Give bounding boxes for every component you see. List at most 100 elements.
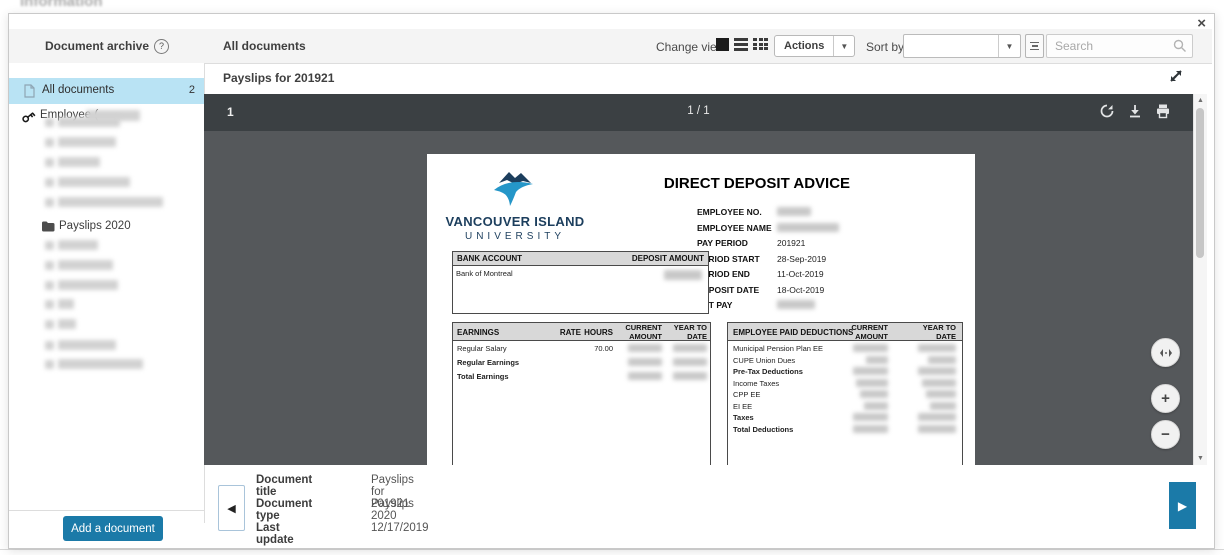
- deduction-row: EI EE: [733, 401, 753, 411]
- document-archive-modal: × Document archive ? All documents Chang…: [8, 13, 1215, 549]
- sidebar-item-redacted[interactable]: [45, 196, 195, 210]
- viewer-scrollbar[interactable]: ▲ ▼: [1193, 94, 1207, 465]
- deduction-row: CUPE Union Dues: [733, 355, 796, 365]
- sidebar-item-redacted[interactable]: [45, 298, 195, 312]
- list-view-title: All documents: [223, 39, 306, 53]
- background-page-edge: [0, 549, 1224, 550]
- bank-name: Bank of Montreal: [456, 269, 513, 278]
- redacted-amount: [856, 378, 888, 387]
- info-value: 11-Oct-2019: [777, 269, 824, 279]
- download-icon[interactable]: [1127, 103, 1143, 119]
- page-indicator: 1 / 1: [687, 105, 710, 117]
- actions-button-label: Actions: [784, 40, 825, 52]
- sidebar-item-redacted[interactable]: [45, 136, 195, 150]
- next-document-button[interactable]: ▶: [1169, 482, 1196, 529]
- sidebar-item-all-documents[interactable]: All documents 2: [9, 78, 204, 104]
- redacted-amount: [918, 413, 956, 421]
- redacted-amount: [853, 424, 888, 433]
- redacted-amount: [673, 372, 707, 380]
- redacted-amount: [864, 401, 888, 410]
- pdf-page: VANCOUVER ISLAND UNIVERSITY DIRECT DEPOS…: [427, 154, 975, 465]
- sidebar-item-redacted[interactable]: [45, 176, 195, 190]
- sort-by-select[interactable]: ▼: [903, 34, 1021, 58]
- print-icon[interactable]: [1155, 103, 1171, 119]
- deduction-row: CPP EE: [733, 390, 761, 399]
- scroll-up-icon[interactable]: ▲: [1194, 97, 1207, 104]
- sidebar-item-redacted[interactable]: [45, 339, 195, 353]
- background-page-text: information: [20, 0, 103, 10]
- info-value: 201921: [777, 238, 806, 248]
- sidebar-item-label: All documents: [42, 84, 115, 96]
- redacted-amount: [673, 358, 707, 366]
- info-label: EMPLOYEE NO.: [697, 207, 762, 217]
- folder-icon: [42, 221, 55, 232]
- single-view-icon[interactable]: [716, 38, 729, 51]
- redacted-amount: [628, 358, 662, 366]
- rotate-icon[interactable]: [1099, 103, 1115, 119]
- search-input[interactable]: [1053, 36, 1167, 56]
- redacted-amount: [853, 344, 888, 352]
- change-view-label: Change view: [656, 40, 726, 54]
- screen: information × Document archive ? All doc…: [0, 0, 1224, 555]
- sort-order-button[interactable]: [1025, 34, 1044, 58]
- document-title-heading: Payslips for 201921: [223, 71, 335, 85]
- sidebar-item-redacted[interactable]: [45, 259, 195, 273]
- zoom-out-button[interactable]: −: [1151, 420, 1180, 449]
- meta-value: Payslips 2020: [371, 498, 414, 522]
- list-view-icon[interactable]: [734, 38, 748, 51]
- sidebar-item-redacted[interactable]: [45, 358, 195, 372]
- sidebar-footer-divider: [9, 510, 204, 511]
- info-label: PAY PERIOD: [697, 238, 748, 248]
- employee-info-block: EMPLOYEE NO. EMPLOYEE NAME PAY PERIOD 201…: [697, 207, 967, 322]
- redacted-value: [777, 207, 811, 216]
- modal-header-bar: Document archive ? All documents Change …: [9, 29, 1212, 64]
- earnings-row: Regular Earnings: [457, 358, 520, 367]
- pdf-viewer-canvas[interactable]: VANCOUVER ISLAND UNIVERSITY DIRECT DEPOS…: [204, 131, 1193, 465]
- actions-button[interactable]: Actions ▼: [774, 35, 856, 57]
- grid-view-icon[interactable]: [753, 38, 768, 51]
- earnings-table: EARNINGS RATE HOURS CURRENT AMOUNT YEAR T…: [452, 322, 711, 465]
- fit-width-button[interactable]: [1151, 338, 1180, 367]
- zoom-in-button[interactable]: +: [1151, 384, 1180, 413]
- sort-by-selected-value: [904, 35, 998, 57]
- redacted-amount: [922, 378, 956, 387]
- all-documents-count: 2: [188, 84, 195, 96]
- redacted-amount: [628, 372, 662, 380]
- university-subname: UNIVERSITY: [464, 231, 565, 242]
- document-icon: [24, 84, 35, 98]
- scrollbar-thumb[interactable]: [1196, 108, 1204, 258]
- redacted-amount: [860, 390, 888, 398]
- help-icon[interactable]: ?: [154, 38, 170, 54]
- fit-width-icon: [1159, 348, 1172, 357]
- earnings-row: Total Earnings: [457, 372, 509, 381]
- deduction-row: Taxes: [733, 413, 754, 422]
- document-tree-sidebar: All documents 2 Employee (Payslips 2020: [9, 63, 205, 523]
- info-label: EMPLOYEE NAME: [697, 222, 772, 233]
- deduction-row: Total Deductions: [733, 424, 794, 434]
- meta-value: 12/17/2019: [371, 522, 429, 534]
- bank-account-table: BANK ACCOUNT DEPOSIT AMOUNT Bank of Mont…: [452, 251, 709, 314]
- sidebar-item-redacted[interactable]: [45, 318, 195, 332]
- redacted-amount: [928, 355, 956, 364]
- earnings-row: Regular Salary: [457, 344, 507, 353]
- scroll-down-icon[interactable]: ▼: [1194, 455, 1207, 462]
- bank-table-header: BANK ACCOUNT: [457, 254, 523, 263]
- redacted-amount: [918, 344, 956, 352]
- fullscreen-expand-icon[interactable]: [1167, 67, 1185, 85]
- sidebar-item-redacted[interactable]: [45, 239, 195, 253]
- add-document-button[interactable]: Add a document: [63, 516, 163, 541]
- deduction-row: Income Taxes: [733, 378, 780, 388]
- redacted-amount: [628, 344, 662, 352]
- sort-by-label: Sort by: [866, 40, 905, 54]
- search-box: [1046, 34, 1193, 58]
- sidebar-item-payslips-2020[interactable]: Payslips 2020: [9, 217, 204, 237]
- previous-document-button[interactable]: ◀: [218, 485, 245, 531]
- sidebar-item-redacted[interactable]: [45, 156, 195, 170]
- redacted-amount: [853, 413, 888, 421]
- info-value: 18-Oct-2019: [777, 284, 825, 295]
- pdf-viewer-toolbar: 1 1 / 1: [204, 94, 1193, 131]
- sidebar-item-redacted[interactable]: [45, 116, 195, 130]
- meta-label: Document type: [256, 498, 313, 522]
- sidebar-item-redacted[interactable]: [45, 279, 195, 293]
- redacted-amount: [926, 390, 956, 398]
